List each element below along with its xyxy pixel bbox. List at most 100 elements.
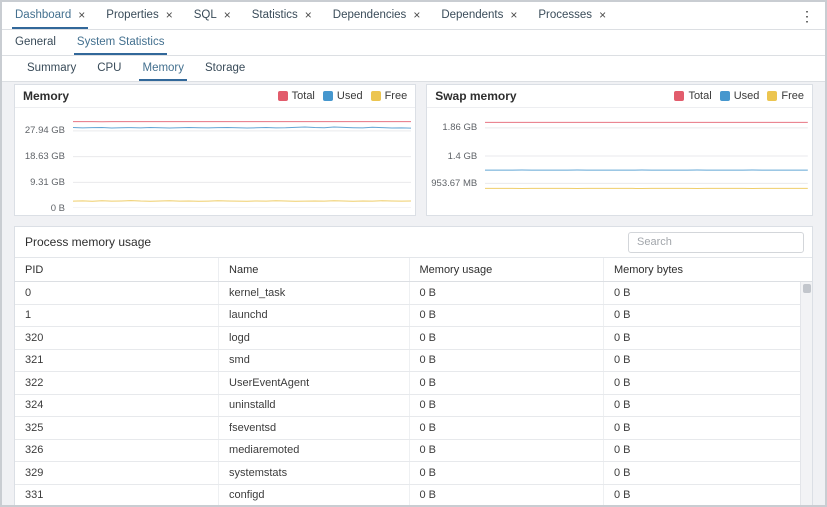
tab-dependencies[interactable]: Dependencies × bbox=[330, 2, 424, 29]
swap-memory-chart-body: 1.86 GB1.4 GB953.67 MB bbox=[427, 108, 812, 215]
main-tab-bar: Dashboard×Properties×SQL×Statistics×Depe… bbox=[2, 2, 825, 30]
table-cell: logd bbox=[219, 327, 409, 349]
swap-memory-chart-panel: Swap memory TotalUsedFree 1.86 GB1.4 GB9… bbox=[426, 84, 813, 216]
statistics-tabs-container: Summary CPU Memory Storage bbox=[24, 56, 263, 81]
column-header-name[interactable]: Name bbox=[219, 258, 409, 281]
process-table-body: 0kernel_task0 B0 B1launchd0 B0 B320logd0… bbox=[15, 282, 812, 506]
table-row[interactable]: 321smd0 B0 B bbox=[15, 350, 812, 373]
table-row[interactable]: 326mediaremoted0 B0 B bbox=[15, 440, 812, 463]
close-icon[interactable]: × bbox=[510, 9, 517, 21]
table-cell: 0 bbox=[15, 282, 219, 304]
tab-label: Memory bbox=[142, 62, 184, 74]
scrollbar-thumb[interactable] bbox=[803, 284, 811, 293]
table-cell: 0 B bbox=[604, 327, 812, 349]
table-row[interactable]: 324uninstalld0 B0 B bbox=[15, 395, 812, 418]
memory-chart-panel: Memory Total Used Free 27.94 GB18.63 GB9.3… bbox=[14, 84, 416, 216]
memory-chart-legend: Total Used Free bbox=[278, 90, 408, 102]
kebab-menu-icon[interactable]: ⋮ bbox=[795, 6, 819, 27]
table-cell: smd bbox=[219, 350, 409, 372]
table-row[interactable]: 0kernel_task0 B0 B bbox=[15, 282, 812, 305]
table-cell: 0 B bbox=[604, 350, 812, 372]
system-statistics-tab-bar: Summary CPU Memory Storage bbox=[2, 56, 825, 82]
close-icon[interactable]: × bbox=[599, 9, 606, 21]
process-memory-usage-panel: Process memory usage PIDNameMemory usage… bbox=[14, 226, 813, 507]
legend-item-total[interactable]: Total bbox=[674, 90, 711, 102]
y-axis-labels: 27.94 GB18.63 GB9.31 GB0 B bbox=[15, 112, 71, 208]
tab-label: Statistics bbox=[252, 9, 298, 21]
tab-processes[interactable]: Processes × bbox=[535, 2, 609, 29]
table-cell: 0 B bbox=[410, 350, 604, 372]
close-icon[interactable]: × bbox=[166, 9, 173, 21]
y-axis-labels: 1.86 GB1.4 GB953.67 MB bbox=[427, 112, 483, 208]
tab-label: CPU bbox=[97, 62, 121, 74]
search-input[interactable] bbox=[628, 232, 804, 253]
table-cell: 320 bbox=[15, 327, 219, 349]
tab-sql[interactable]: SQL × bbox=[191, 2, 234, 29]
swap-memory-chart-legend: Total Used Free bbox=[674, 90, 804, 102]
table-cell: fseventsd bbox=[219, 417, 409, 439]
tab-label: Storage bbox=[205, 62, 245, 74]
tab-storage[interactable]: Storage bbox=[202, 56, 248, 81]
table-row[interactable]: 1launchd0 B0 B bbox=[15, 305, 812, 328]
total-swatch-icon bbox=[674, 91, 684, 101]
legend-item-free[interactable]: Free bbox=[371, 90, 408, 102]
column-header-memory-usage[interactable]: Memory usage bbox=[410, 258, 604, 281]
legend-item-total[interactable]: Total bbox=[278, 90, 315, 102]
table-cell: 0 B bbox=[410, 327, 604, 349]
table-row[interactable]: 331configd0 B0 B bbox=[15, 485, 812, 507]
tab-general[interactable]: General bbox=[12, 30, 59, 55]
main-tabs-container: Dashboard×Properties×SQL×Statistics×Depe… bbox=[12, 2, 624, 29]
memory-chart-title: Memory bbox=[23, 89, 69, 103]
tab-label: Dependencies bbox=[333, 9, 407, 21]
close-icon[interactable]: × bbox=[305, 9, 312, 21]
used-series-line bbox=[73, 127, 411, 128]
table-cell: 0 B bbox=[604, 462, 812, 484]
tab-statistics[interactable]: Statistics × bbox=[249, 2, 315, 29]
table-cell: 322 bbox=[15, 372, 219, 394]
tab-properties[interactable]: Properties× bbox=[103, 2, 175, 29]
table-row[interactable]: 322UserEventAgent0 B0 B bbox=[15, 372, 812, 395]
table-cell: uninstalld bbox=[219, 395, 409, 417]
table-row[interactable]: 325fseventsd0 B0 B bbox=[15, 417, 812, 440]
tab-dashboard[interactable]: Dashboard× bbox=[12, 2, 88, 29]
table-cell: 325 bbox=[15, 417, 219, 439]
legend-label: Free bbox=[781, 90, 804, 102]
y-tick-label: 9.31 GB bbox=[30, 177, 65, 188]
table-cell: 0 B bbox=[410, 417, 604, 439]
line-chart-svg bbox=[485, 112, 808, 208]
legend-item-used[interactable]: Used bbox=[323, 90, 363, 102]
close-icon[interactable]: × bbox=[78, 9, 85, 21]
table-cell: 0 B bbox=[410, 282, 604, 304]
table-cell: launchd bbox=[219, 305, 409, 327]
tab-memory[interactable]: Memory bbox=[139, 56, 187, 81]
column-header-memory-bytes[interactable]: Memory bytes bbox=[604, 258, 812, 281]
tab-cpu[interactable]: CPU bbox=[94, 56, 124, 81]
table-cell: systemstats bbox=[219, 462, 409, 484]
table-cell: 0 B bbox=[604, 372, 812, 394]
legend-item-used[interactable]: Used bbox=[720, 90, 760, 102]
tab-label: Summary bbox=[27, 62, 76, 74]
table-cell: 0 B bbox=[410, 305, 604, 327]
legend-label: Used bbox=[734, 90, 760, 102]
tab-summary[interactable]: Summary bbox=[24, 56, 79, 81]
close-icon[interactable]: × bbox=[224, 9, 231, 21]
table-row[interactable]: 329systemstats0 B0 B bbox=[15, 462, 812, 485]
vertical-scrollbar[interactable] bbox=[800, 282, 812, 506]
legend-label: Total bbox=[292, 90, 315, 102]
used-swatch-icon bbox=[323, 91, 333, 101]
tab-label: Processes bbox=[538, 9, 592, 21]
y-tick-label: 1.4 GB bbox=[448, 151, 478, 162]
chart-plot-area bbox=[485, 112, 808, 208]
tab-system-statistics[interactable]: System Statistics bbox=[74, 30, 168, 55]
tab-label: SQL bbox=[194, 9, 217, 21]
table-row[interactable]: 320logd0 B0 B bbox=[15, 327, 812, 350]
table-cell: 0 B bbox=[410, 395, 604, 417]
tab-dependents[interactable]: Dependents× bbox=[438, 2, 520, 29]
y-tick-label: 953.67 MB bbox=[431, 178, 477, 189]
tab-label: System Statistics bbox=[77, 36, 165, 48]
dashboard-tabs-container: General System Statistics bbox=[12, 30, 182, 55]
legend-item-free[interactable]: Free bbox=[767, 90, 804, 102]
close-icon[interactable]: × bbox=[413, 9, 420, 21]
chart-plot-area bbox=[73, 112, 411, 208]
column-header-pid[interactable]: PID bbox=[15, 258, 219, 281]
